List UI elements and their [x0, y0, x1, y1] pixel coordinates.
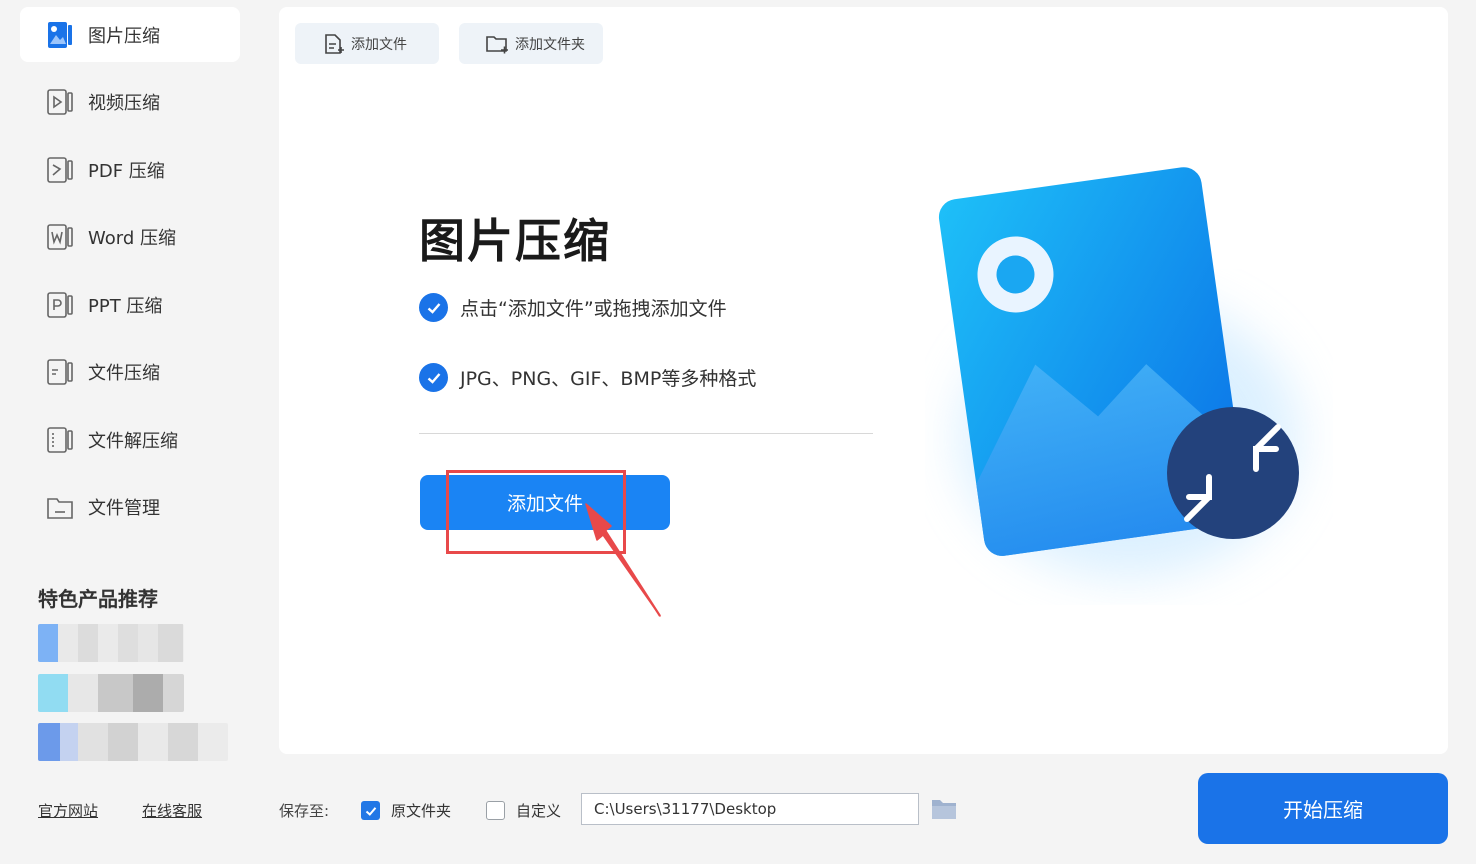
sidebar-item-pdf-compress[interactable]: PDF 压缩 [20, 142, 240, 197]
sidebar-item-label: 文件压缩 [88, 363, 160, 384]
sidebar: 图片压缩 视频压缩 PDF 压缩 Word 压缩 PPT 压缩 文件压缩 文件解… [0, 0, 260, 864]
sidebar-item-label: PPT 压缩 [88, 295, 163, 317]
save-to-label: 保存至: [279, 802, 330, 820]
checkbox-checked-icon[interactable] [361, 801, 380, 820]
video-compress-icon [44, 86, 76, 118]
annotation-arrow [585, 503, 661, 617]
sidebar-item-file-decompress[interactable]: 文件解压缩 [20, 412, 240, 467]
sidebar-item-word-compress[interactable]: Word 压缩 [20, 210, 240, 265]
sidebar-item-file-compress[interactable]: 文件压缩 [20, 345, 240, 400]
featured-products-title: 特色产品推荐 [38, 587, 158, 611]
checkbox-unchecked-icon[interactable] [486, 801, 505, 820]
pdf-compress-icon [44, 154, 76, 186]
output-path-input[interactable] [581, 793, 919, 825]
sidebar-item-file-manage[interactable]: 文件管理 [20, 480, 240, 535]
image-compress-illustration-icon [938, 167, 1299, 577]
sidebar-item-label: Word 压缩 [88, 228, 176, 249]
folder-icon[interactable] [930, 797, 958, 825]
sidebar-item-video-compress[interactable]: 视频压缩 [20, 75, 240, 130]
original-folder-option[interactable]: 原文件夹 [361, 800, 451, 821]
main-panel: 添加文件 添加文件夹 图片压缩 点击“添加文件”或拖拽添加文件 JPG、PNG、… [279, 7, 1448, 754]
promo-item[interactable] [38, 624, 184, 662]
original-folder-label: 原文件夹 [391, 802, 452, 820]
online-support-link[interactable]: 在线客服 [142, 800, 202, 821]
sidebar-item-label: 图片压缩 [88, 25, 160, 47]
file-manage-icon [44, 491, 76, 523]
custom-folder-option[interactable]: 自定义 [486, 800, 561, 821]
sidebar-item-ppt-compress[interactable]: PPT 压缩 [20, 277, 240, 332]
sidebar-nav: 图片压缩 视频压缩 PDF 压缩 Word 压缩 PPT 压缩 文件压缩 文件解… [20, 7, 240, 547]
word-compress-icon [44, 221, 76, 253]
file-decompress-icon [44, 424, 76, 456]
file-compress-icon [44, 356, 76, 388]
ppt-compress-icon [44, 289, 76, 321]
promo-item[interactable] [38, 723, 228, 761]
sidebar-item-label: 视频压缩 [88, 93, 160, 114]
promo-item[interactable] [38, 674, 184, 712]
sidebar-item-label: 文件管理 [88, 498, 160, 519]
official-website-link[interactable]: 官方网站 [38, 800, 98, 821]
custom-folder-label: 自定义 [516, 802, 562, 820]
footer-links: 官方网站 在线客服 [38, 800, 202, 821]
sidebar-item-label: 文件解压缩 [88, 430, 178, 452]
sidebar-item-image-compress[interactable]: 图片压缩 [20, 7, 240, 62]
start-compress-button[interactable]: 开始压缩 [1198, 773, 1448, 844]
image-compress-icon [44, 19, 76, 51]
sidebar-item-label: PDF 压缩 [88, 160, 165, 182]
